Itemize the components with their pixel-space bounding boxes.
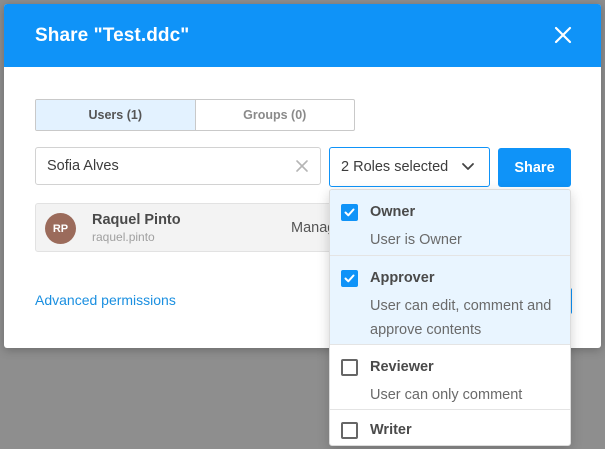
role-option-writer[interactable]: Writer (330, 410, 570, 445)
checkbox-checked-icon[interactable] (341, 270, 358, 287)
shared-user-row: RP Raquel Pinto raquel.pinto Manag (35, 203, 345, 252)
checkbox-unchecked-icon[interactable] (341, 359, 358, 376)
role-option-owner[interactable]: Owner User is Owner (330, 190, 570, 256)
user-login: raquel.pinto (92, 230, 155, 244)
role-description: User can edit, comment and approve conte… (370, 298, 552, 338)
user-search-input[interactable] (35, 147, 321, 185)
role-title: Reviewer (370, 359, 434, 375)
user-name: Raquel Pinto (92, 212, 181, 228)
checkbox-unchecked-icon[interactable] (341, 422, 358, 439)
role-description: User is Owner (370, 232, 462, 248)
chevron-down-icon (461, 161, 475, 177)
role-option-approver[interactable]: Approver User can edit, comment and appr… (330, 256, 570, 345)
checkbox-checked-icon[interactable] (341, 204, 358, 221)
advanced-permissions-link[interactable]: Advanced permissions (35, 292, 176, 308)
roles-dropdown: Owner User is Owner Approver User can ed… (329, 189, 571, 446)
dialog-title: Share "Test.ddc" (35, 24, 190, 46)
role-title: Writer (370, 422, 412, 438)
avatar: RP (45, 213, 76, 244)
roles-select[interactable]: 2 Roles selected (329, 147, 490, 187)
share-button[interactable]: Share (498, 148, 571, 187)
role-description: User can only comment (370, 387, 523, 403)
share-tabs: Users (1) Groups (0) (35, 99, 355, 131)
tab-groups[interactable]: Groups (0) (196, 100, 355, 130)
dialog-header: Share "Test.ddc" (4, 4, 601, 67)
role-title: Approver (370, 270, 435, 286)
close-icon[interactable] (552, 24, 574, 46)
role-option-reviewer[interactable]: Reviewer User can only comment (330, 345, 570, 410)
roles-select-label: 2 Roles selected (341, 159, 449, 175)
clear-input-icon[interactable] (293, 157, 311, 175)
tab-users[interactable]: Users (1) (36, 100, 196, 130)
role-title: Owner (370, 204, 416, 220)
